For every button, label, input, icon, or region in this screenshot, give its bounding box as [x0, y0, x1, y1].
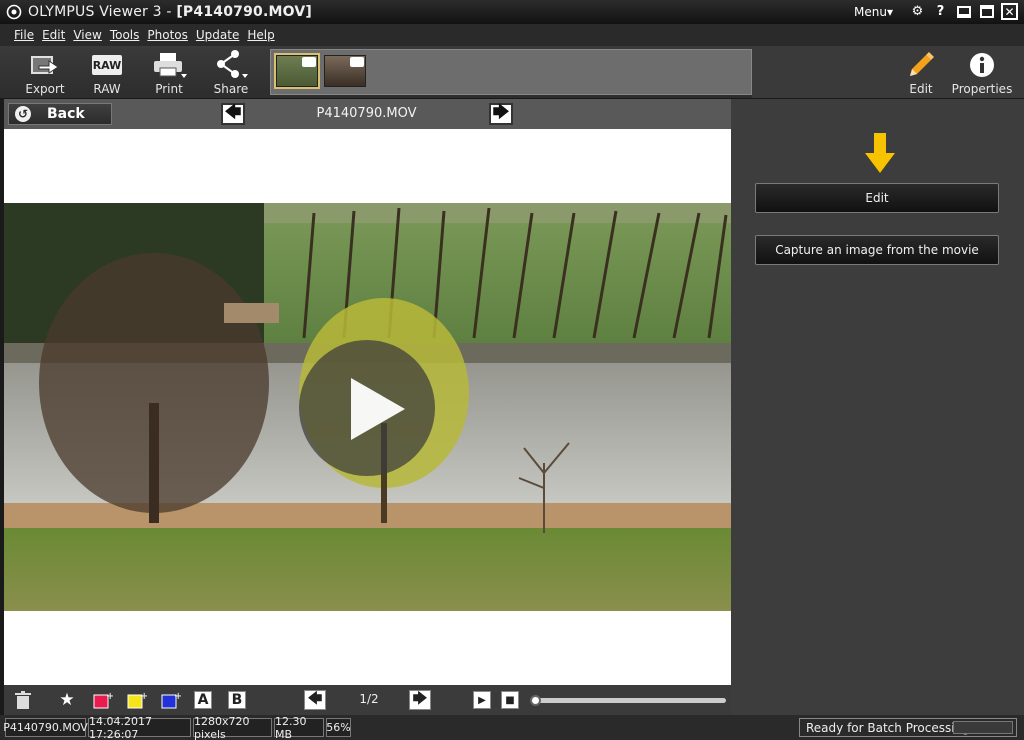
toolbar: Export RAW RAW Print Share Edit Properti…	[0, 46, 1024, 98]
maximize-button[interactable]	[978, 3, 995, 20]
play-overlay-button[interactable]	[299, 340, 435, 476]
export-button[interactable]: Export	[21, 50, 69, 96]
print-button[interactable]: Print	[145, 50, 193, 96]
previous-page-button[interactable]: 🡄	[304, 690, 326, 710]
back-button[interactable]: ↺ Back	[8, 103, 112, 125]
trash-icon[interactable]	[12, 690, 34, 710]
status-zoom: 56%	[326, 718, 351, 737]
status-date: 14.04.2017 17:26:07	[88, 715, 191, 740]
yellow-label-icon[interactable]: +	[126, 690, 148, 710]
down-arrow-icon	[865, 133, 895, 173]
status-resolution: 1280x720 pixels	[193, 715, 272, 740]
settings-gear-icon[interactable]: ⚙	[909, 3, 926, 20]
edit-movie-button[interactable]: Edit	[755, 183, 999, 213]
close-button[interactable]: ✕	[1001, 3, 1018, 20]
info-icon	[970, 53, 994, 77]
help-icon[interactable]: ?	[932, 3, 949, 20]
menu-photos[interactable]: Photos	[147, 28, 187, 42]
thumbnail-1[interactable]	[274, 53, 320, 89]
viewer-navbar: ↺ Back 🡄 P4140790.MOV 🡆	[4, 99, 731, 129]
menu-bar: File Edit View Tools Photos Update Help	[0, 24, 1024, 46]
title-bar: OLYMPUS Viewer 3 - [P4140790.MOV] Menu▾ …	[0, 0, 1024, 24]
raw-icon: RAW	[92, 55, 122, 75]
printer-icon	[154, 53, 187, 78]
menu-update[interactable]: Update	[196, 28, 239, 42]
share-button[interactable]: Share	[207, 50, 255, 96]
menu-view[interactable]: View	[73, 28, 101, 42]
toolbar-right-area: Edit Properties	[752, 46, 1024, 98]
slider-knob[interactable]	[530, 695, 541, 706]
share-icon	[217, 50, 248, 78]
menu-button[interactable]: Menu▾	[854, 5, 893, 19]
edit-tool-button[interactable]: Edit	[897, 50, 945, 96]
status-filename: P4140790.MOV	[3, 718, 88, 737]
capture-image-button[interactable]: Capture an image from the movie	[755, 235, 999, 265]
edit-side-panel: Edit Capture an image from the movie	[731, 99, 1024, 715]
menu-help[interactable]: Help	[247, 28, 274, 42]
playback-slider[interactable]	[530, 695, 726, 706]
svg-text:+: +	[106, 691, 113, 702]
batch-progress-bar	[953, 721, 1013, 734]
thumbnail-strip	[270, 49, 752, 95]
viewer-controls: ★ + + + A B 🡄 1/2 🡆 ▶ ■	[4, 685, 731, 715]
svg-text:+: +	[174, 691, 181, 702]
blue-label-icon[interactable]: +	[160, 690, 182, 710]
movie-frame[interactable]	[4, 203, 731, 611]
page-indicator: 1/2	[359, 692, 379, 706]
star-icon[interactable]: ★	[56, 690, 78, 710]
next-page-button[interactable]: 🡆	[409, 690, 431, 710]
viewer-filename: P4140790.MOV	[316, 106, 417, 121]
text-b-icon[interactable]: B	[226, 690, 248, 710]
next-file-button[interactable]: 🡆	[489, 102, 513, 125]
movie-camera-icon	[302, 57, 316, 67]
red-label-icon[interactable]: +	[92, 690, 114, 710]
play-button[interactable]: ▶	[471, 690, 493, 710]
minimize-button[interactable]	[955, 3, 972, 20]
movie-camera-icon	[350, 57, 364, 67]
menu-tools[interactable]: Tools	[110, 28, 140, 42]
batch-status: Ready for Batch Processing...	[799, 718, 1017, 737]
raw-button[interactable]: RAW RAW	[83, 50, 131, 96]
status-bar: P4140790.MOV 14.04.2017 17:26:07 1280x72…	[0, 715, 1024, 740]
pencil-icon	[910, 52, 934, 76]
window-title: OLYMPUS Viewer 3 - [P4140790.MOV]	[28, 4, 312, 20]
svg-text:+: +	[140, 691, 147, 702]
back-arrow-icon: ↺	[15, 106, 31, 122]
image-viewer	[4, 129, 731, 685]
menu-file[interactable]: File	[14, 28, 34, 42]
text-a-icon[interactable]: A	[192, 690, 214, 710]
menu-edit[interactable]: Edit	[42, 28, 65, 42]
thumbnail-2[interactable]	[324, 55, 366, 87]
stop-button[interactable]: ■	[499, 690, 521, 710]
status-filesize: 12.30 MB	[274, 715, 324, 740]
app-logo-icon	[6, 4, 22, 20]
properties-button[interactable]: Properties	[952, 50, 1012, 96]
export-icon	[31, 56, 59, 74]
